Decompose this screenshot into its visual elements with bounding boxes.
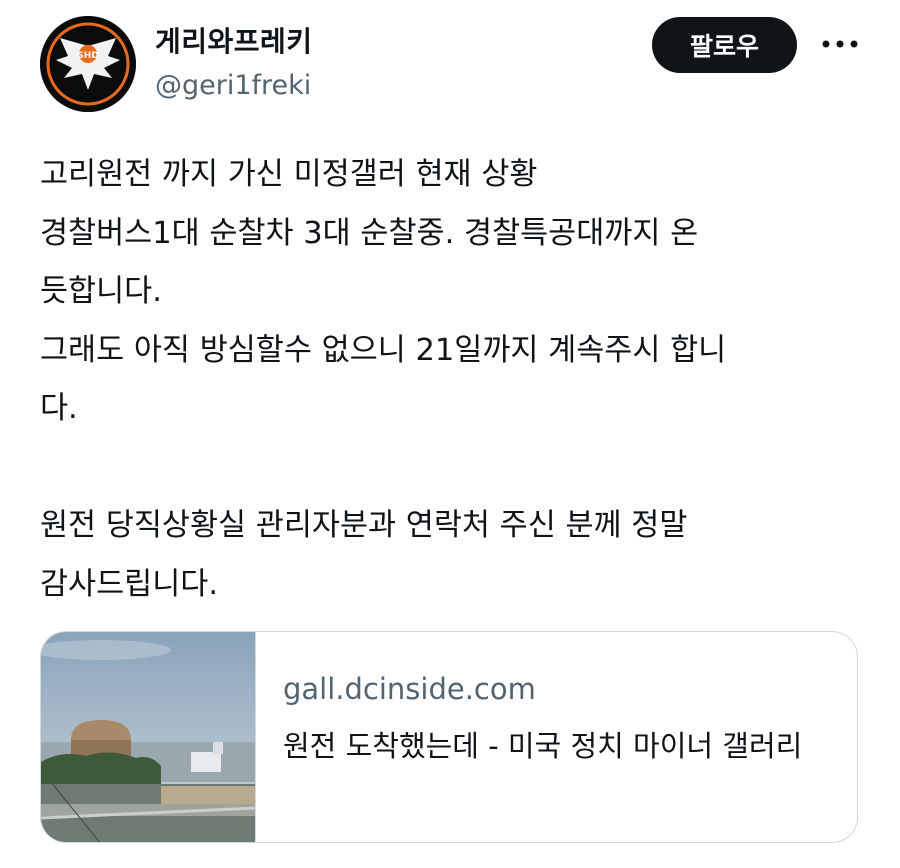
user-handle[interactable]: @geri1freki (155, 70, 311, 101)
card-domain: gall.dcinside.com (283, 672, 536, 706)
display-name[interactable]: 게리와프레키 (155, 20, 313, 60)
link-preview-card[interactable]: gall.dcinside.com 원전 도착했는데 - 미국 정치 마이너 갤… (40, 631, 858, 843)
card-thumbnail (41, 632, 256, 842)
tweet-text: 고리원전 까지 가신 미정갤러 현재 상황 경찰버스1대 순찰차 3대 순찰중.… (40, 146, 870, 614)
tweet-line: 듯합니다. (40, 274, 162, 309)
tweet-line: 다. (40, 391, 78, 426)
nuclear-plant-photo (41, 632, 255, 842)
eagle-emblem-icon: SHD (40, 16, 136, 112)
avatar[interactable]: SHD (40, 16, 136, 112)
avatar-badge-text: SHD (77, 51, 99, 61)
tweet-line: 경찰버스1대 순찰차 3대 순찰중. 경찰특공대까지 온 (40, 215, 699, 251)
follow-button[interactable]: 팔로우 (652, 17, 797, 73)
card-title: 원전 도착했는데 - 미국 정치 마이너 갤러리 (283, 729, 803, 763)
tweet-line: 원전 당직상황실 관리자분과 연락처 주신 분께 정말 (40, 508, 688, 543)
tweet-line: 감사드립니다. (40, 566, 219, 602)
tweet-line-blank: ​ (40, 439, 870, 498)
tweet-line: 고리원전 까지 가신 미정갤러 현재 상황 (40, 157, 538, 192)
more-horizontal-icon (822, 40, 858, 48)
tweet-line: 그래도 아직 방심할수 없으니 21일까지 계속주시 합니 (40, 332, 727, 368)
more-button[interactable] (818, 26, 862, 62)
